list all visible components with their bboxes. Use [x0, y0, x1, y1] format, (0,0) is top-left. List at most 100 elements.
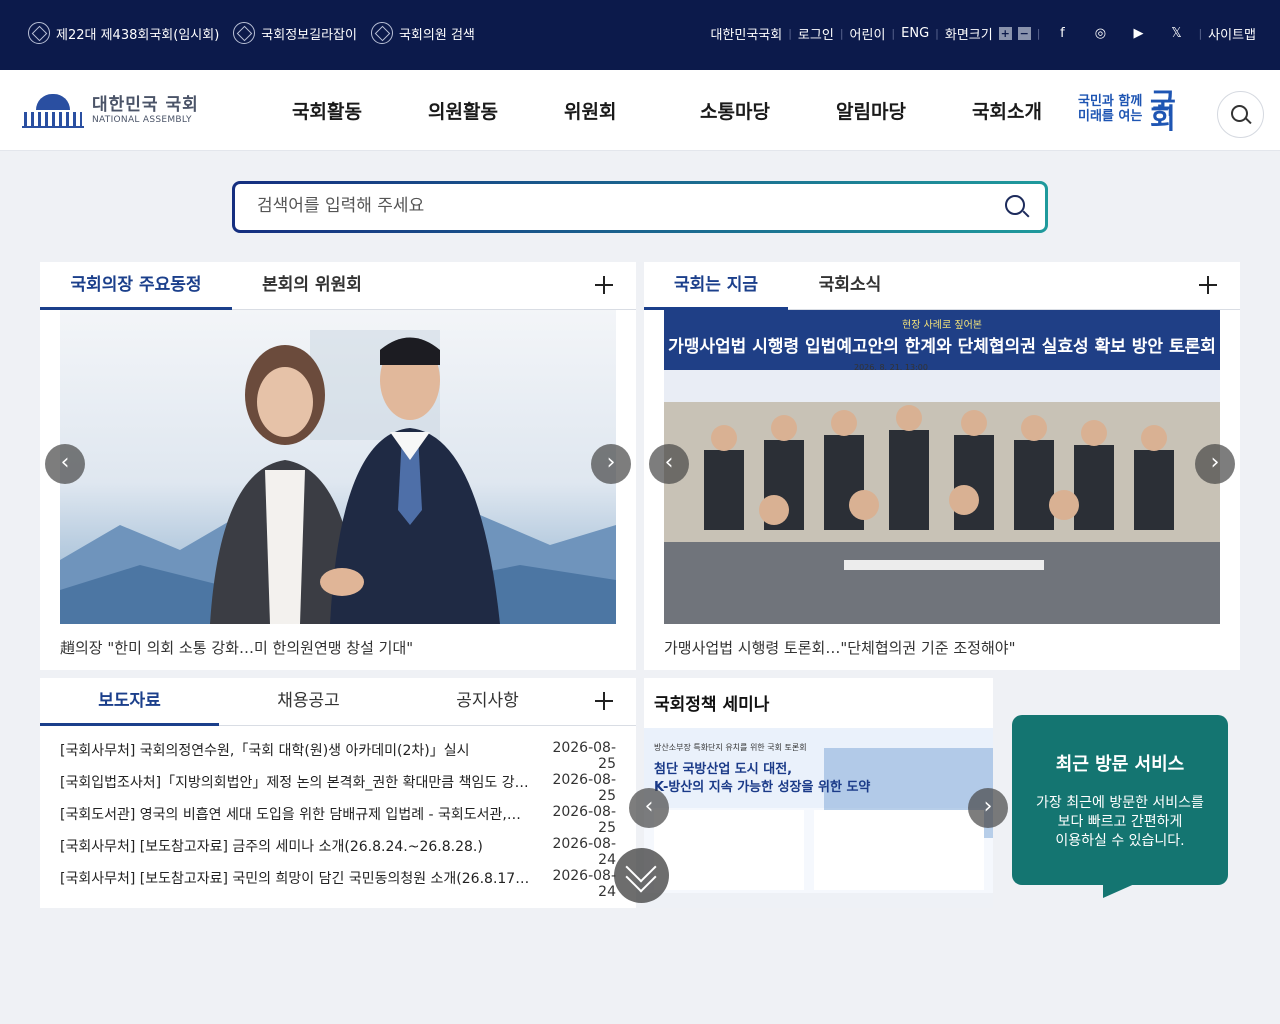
speaker-photo[interactable] — [60, 310, 616, 624]
press-date: 2026-08-25 — [552, 772, 616, 804]
divider: | — [935, 27, 939, 40]
recent-desc-line: 가장 최근에 방문한 서비스를 — [1036, 795, 1204, 811]
assembly-logo[interactable]: 대한민국 국회 NATIONAL ASSEMBLY — [22, 92, 199, 128]
prev-arrow-icon[interactable]: ‹ — [649, 444, 689, 484]
slogan-big: 국회 — [1150, 87, 1176, 135]
next-arrow-icon[interactable]: › — [1195, 444, 1235, 484]
logo-english: NATIONAL ASSEMBLY — [92, 115, 192, 125]
main-search-input[interactable] — [257, 196, 957, 216]
zoom-in-button[interactable]: + — [998, 27, 1012, 40]
more-plus-icon[interactable] — [595, 276, 613, 294]
home-link[interactable]: 대한민국국회 — [710, 24, 782, 43]
prev-arrow-icon[interactable]: ‹ — [629, 788, 669, 828]
utility-left-links: 제22대 제438회국회(임시회) 국회정보길라잡이 국회의원 검색 — [28, 22, 475, 44]
list-item[interactable]: [국회사무처] 국회의정연수원,「국회 대학(원)생 아카데미(2차)」실시 20… — [60, 740, 616, 772]
poster-title: 가맹사업법 시행령 입법예고안의 한계와 단체협의권 실효성 확보 방안 토론회 — [668, 337, 1216, 357]
divider: | — [1198, 27, 1203, 40]
nav-assembly-activity[interactable]: 국회활동 — [292, 97, 362, 124]
instagram-icon[interactable]: ◎ — [1092, 26, 1108, 41]
nav-communication[interactable]: 소통마당 — [700, 97, 770, 124]
youtube-icon[interactable]: ▶ — [1130, 26, 1146, 41]
assembly-now-caption[interactable]: 가맹사업법 시행령 토론회…"단체협의권 기준 조정해야" — [664, 637, 1220, 658]
seminar-title: 국회정책 세미나 — [654, 695, 770, 715]
member-search-label: 국회의원 검색 — [398, 27, 475, 43]
speaker-photo-image — [60, 330, 616, 624]
seminar-poster[interactable]: 방산소부장 특화단지 유치를 위한 국회 토론회 첨단 국방산업 도시 대전, … — [644, 728, 993, 908]
poster-subtitle: 현장 사례로 짚어본 — [902, 320, 982, 331]
speaker-news-caption[interactable]: 趙의장 "한미 의회 소통 강화…미 한의원연맹 창설 기대" — [60, 637, 616, 658]
prev-arrow-icon[interactable]: ‹ — [45, 444, 85, 484]
poster-line1: 첨단 국방산업 도시 대전, — [654, 762, 793, 777]
list-item[interactable]: [국회사무처] [보도참고자료] 금주의 세미나 소개(26.8.24.~26.… — [60, 836, 616, 868]
nav-about[interactable]: 국회소개 — [972, 97, 1042, 124]
header-search-button[interactable] — [1217, 91, 1264, 138]
recent-services-desc: 가장 최근에 방문한 서비스를 보다 빠르고 간편하게 이용하실 수 있습니다. — [1012, 794, 1228, 851]
kids-link[interactable]: 어린이 — [850, 24, 886, 43]
assembly-now-tabs: 국회는 지금 국회소식 — [644, 262, 1240, 310]
main-search-button[interactable] — [1005, 195, 1030, 218]
scroll-down-button[interactable] — [614, 848, 669, 903]
tab-assembly-news[interactable]: 국회소식 — [788, 262, 912, 310]
press-date: 2026-08-24 — [552, 836, 616, 868]
divider: | — [891, 27, 896, 40]
press-title: [국회사무처] [보도참고자료] 국민의 희망이 담긴 국민동의청원 소개(26… — [60, 871, 530, 887]
assembly-now-panel: 국회는 지금 국회소식 현장 사례로 짚어본 가맹사업법 시행령 입법예고안의 … — [644, 262, 1240, 670]
emblem-icon — [28, 22, 50, 44]
press-title: [국회입법조사처]「지방의회법안」제정 논의 본격화_권한 확대만큼 책임도 강… — [60, 775, 530, 791]
tab-notices[interactable]: 공지사항 — [398, 678, 577, 726]
main-header: 대한민국 국회 NATIONAL ASSEMBLY 국회활동 의원활동 위원회 … — [0, 70, 1280, 151]
facebook-icon[interactable]: f — [1054, 26, 1070, 41]
press-title: [국회사무처] [보도참고자료] 금주의 세미나 소개(26.8.24.~26.… — [60, 839, 483, 855]
poster-date: 2026. 8. 21. 13:00 — [854, 363, 928, 372]
nav-committee[interactable]: 위원회 — [564, 97, 616, 124]
forum-photo-image — [664, 310, 1220, 624]
nav-notice[interactable]: 알림마당 — [836, 97, 906, 124]
sitemap-link[interactable]: 사이트맵 — [1208, 24, 1256, 43]
press-date: 2026-08-25 — [552, 740, 616, 772]
tab-assembly-now[interactable]: 국회는 지금 — [644, 262, 788, 310]
nav-member-activity[interactable]: 의원활동 — [428, 97, 498, 124]
login-link[interactable]: 로그인 — [798, 24, 834, 43]
recent-services-card[interactable]: 최근 방문 서비스 가장 최근에 방문한 서비스를 보다 빠르고 간편하게 이용… — [1012, 715, 1228, 885]
x-icon[interactable]: 𝕏 — [1168, 26, 1184, 41]
forum-photo[interactable]: 현장 사례로 짚어본 가맹사업법 시행령 입법예고안의 한계와 단체협의권 실효… — [664, 310, 1220, 624]
more-plus-icon[interactable] — [1199, 276, 1217, 294]
poster-top-line: 방산소부장 특화단지 유치를 위한 국회 토론회 — [654, 743, 807, 752]
member-search-link[interactable]: 국회의원 검색 — [370, 22, 475, 44]
slogan: 국민과 함께 미래를 여는 국회 — [1078, 90, 1176, 133]
seminar-poster-image — [644, 728, 993, 908]
press-title: [국회도서관] 영국의 비흡연 세대 도입을 위한 담배규제 입법례 - 국회도… — [60, 807, 530, 823]
next-arrow-icon[interactable]: › — [591, 444, 631, 484]
press-title: [국회사무처] 국회의정연수원,「국회 대학(원)생 아카데미(2차)」실시 — [60, 743, 470, 759]
tab-press-release[interactable]: 보도자료 — [40, 678, 219, 726]
emblem-icon — [370, 22, 393, 44]
press-date: 2026-08-25 — [552, 804, 616, 836]
list-item[interactable]: [국회도서관] 영국의 비흡연 세대 도입을 위한 담배규제 입법례 - 국회도… — [60, 804, 616, 836]
seminar-panel: 국회정책 세미나 방산소부장 특화단지 유치를 위한 국회 토론회 첨단 국방산… — [629, 678, 1008, 908]
press-panel: 보도자료 채용공고 공지사항 [국회사무처] 국회의정연수원,「국회 대학(원)… — [40, 678, 636, 908]
tab-recruitment[interactable]: 채용공고 — [219, 678, 398, 726]
divider: | — [839, 27, 844, 40]
info-guide-link[interactable]: 국회정보길라잡이 — [233, 22, 357, 44]
recent-desc-line: 보다 빠르고 간편하게 — [1057, 814, 1183, 830]
tab-plenary-committee[interactable]: 본회의 위원회 — [232, 262, 392, 310]
list-item[interactable]: [국회사무처] [보도참고자료] 국민의 희망이 담긴 국민동의청원 소개(26… — [60, 868, 616, 900]
press-date: 2026-08-24 — [552, 868, 616, 900]
assembly-building-icon — [22, 92, 84, 128]
divider: | — [1036, 27, 1041, 40]
speech-bubble-tail — [1103, 882, 1139, 898]
tab-speaker-activity[interactable]: 국회의장 주요동정 — [40, 262, 232, 310]
english-link[interactable]: ENG — [901, 26, 929, 41]
press-tabs: 보도자료 채용공고 공지사항 — [40, 678, 636, 726]
more-plus-icon[interactable] — [595, 692, 613, 710]
divider: | — [788, 27, 792, 40]
recent-services-title: 최근 방문 서비스 — [1055, 754, 1185, 775]
slogan-line2: 미래를 여는 — [1078, 109, 1143, 124]
zoom-out-button[interactable]: − — [1017, 27, 1031, 40]
next-arrow-icon[interactable]: › — [968, 788, 1008, 828]
info-guide-label: 국회정보길라잡이 — [261, 27, 357, 43]
session-link[interactable]: 제22대 제438회국회(임시회) — [28, 22, 219, 44]
list-item[interactable]: [국회입법조사처]「지방의회법안」제정 논의 본격화_권한 확대만큼 책임도 강… — [60, 772, 616, 804]
emblem-icon — [233, 22, 256, 44]
font-size-label: 화면크기 — [944, 28, 993, 43]
